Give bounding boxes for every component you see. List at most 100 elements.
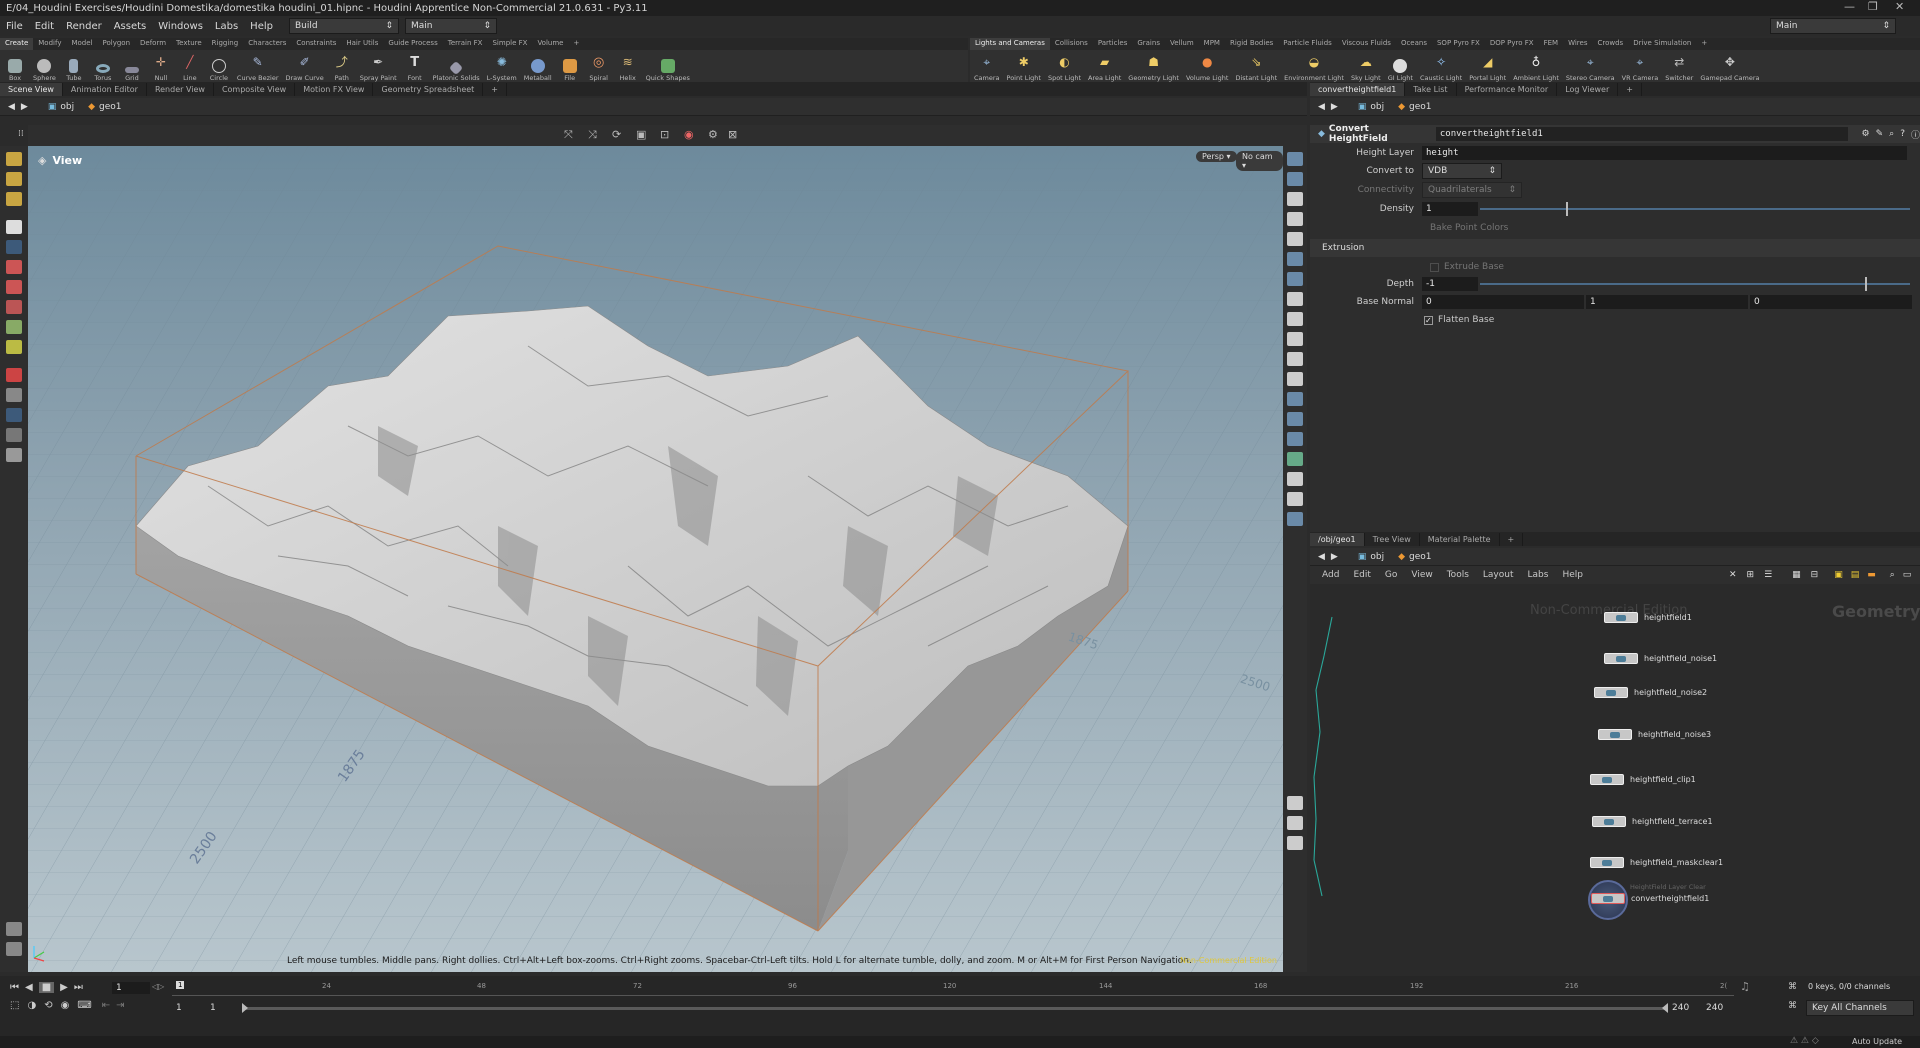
tool-ambient-light[interactable]: ♁ Ambient Light xyxy=(1513,56,1559,82)
tool-caustic-light[interactable]: ✧ Caustic Light xyxy=(1420,56,1462,82)
display-icon[interactable]: ⚙ xyxy=(708,128,718,141)
tool-point-light[interactable]: ✱ Point Light xyxy=(1007,56,1041,82)
snap-icon[interactable]: ⊡ xyxy=(660,128,669,141)
play-icon[interactable]: ▶ xyxy=(60,982,68,993)
tool-curve-bezier[interactable]: ✎ Curve Bezier xyxy=(237,56,279,82)
range-end-field[interactable]: 240 xyxy=(1672,1003,1689,1013)
tool-switcher[interactable]: ⇄ Switcher xyxy=(1665,56,1693,82)
tool-area-light[interactable]: ▰ Area Light xyxy=(1088,56,1121,82)
base-normal-x[interactable]: 0 xyxy=(1422,295,1584,309)
fps-icon[interactable]: ◉ xyxy=(61,1000,70,1011)
tool-spray-paint[interactable]: ✒ Spray Paint xyxy=(360,56,397,82)
visibility-icon[interactable] xyxy=(1287,452,1303,466)
point-icon[interactable] xyxy=(1287,312,1303,326)
tumble-icon[interactable]: ⤧ xyxy=(564,128,573,142)
node-convertheightfield1[interactable]: convertheightfield1 xyxy=(1591,893,1709,904)
desktop-select[interactable]: Build ⇕ xyxy=(288,18,399,34)
frame-ruler[interactable]: 1 24 48 72 96 120 144 168 192 216 2( xyxy=(172,980,1734,996)
grid-toggle-icon[interactable] xyxy=(1287,412,1303,426)
tool-vr-camera[interactable]: ⌖ VR Camera xyxy=(1622,56,1659,82)
range-end-icon[interactable]: ⇥ xyxy=(116,1000,124,1011)
shelf-tab[interactable]: Oceans xyxy=(1396,38,1432,50)
tool-file[interactable]: File xyxy=(559,59,581,82)
snapshot-icon[interactable] xyxy=(1287,492,1303,506)
range-handle-left[interactable] xyxy=(242,1003,248,1013)
info-icon[interactable] xyxy=(1287,796,1303,810)
end-frame-field[interactable]: 240 xyxy=(1706,1003,1723,1013)
fps-settings-icon[interactable]: ⌨ xyxy=(77,1000,91,1011)
camera-tool-icon[interactable] xyxy=(6,448,22,462)
tool-volume-light[interactable]: ● Volume Light xyxy=(1186,56,1228,82)
tab-performance-monitor[interactable]: Performance Monitor xyxy=(1457,83,1558,96)
shelf-tab[interactable]: Terrain FX xyxy=(443,38,488,50)
node-heightfield-noise3[interactable]: heightfield_noise3 xyxy=(1598,729,1711,740)
key-all-icon[interactable]: ⌘ xyxy=(1788,1001,1797,1011)
shelf-tab[interactable]: Characters xyxy=(243,38,291,50)
bbox-icon[interactable] xyxy=(1287,392,1303,406)
tool-stereo-camera[interactable]: ⌖ Stereo Camera xyxy=(1566,56,1615,82)
flatten-base-checkbox[interactable]: ✓ xyxy=(1424,315,1433,325)
add-tab-icon[interactable]: + xyxy=(1618,83,1642,96)
node-heightfield-terrace1[interactable]: heightfield_terrace1 xyxy=(1592,816,1713,827)
pan-icon[interactable]: ⤨ xyxy=(588,128,597,142)
search-icon[interactable]: ⌕ xyxy=(1889,129,1894,139)
tool-gamepad-camera[interactable]: ✥ Gamepad Camera xyxy=(1700,56,1759,82)
move-tool-icon[interactable] xyxy=(6,172,22,186)
desktop-right-select[interactable]: Main ⇕ xyxy=(1770,18,1896,34)
shelf-tab[interactable]: Lights and Cameras xyxy=(970,38,1050,50)
brush-icon[interactable]: ✎ xyxy=(1876,129,1884,139)
density-slider[interactable] xyxy=(1480,202,1910,216)
tool-tube[interactable]: Tube xyxy=(63,59,85,82)
path-node[interactable]: geo1 xyxy=(1409,102,1431,112)
depth-slider[interactable] xyxy=(1480,277,1910,291)
eye-icon[interactable] xyxy=(1287,836,1303,850)
normal-icon[interactable] xyxy=(1287,332,1303,346)
shelf-tab[interactable]: Vellum xyxy=(1165,38,1199,50)
add-tab-icon[interactable]: + xyxy=(1500,533,1524,546)
tool-circle[interactable]: Circle xyxy=(208,59,230,82)
menu-assets[interactable]: Assets xyxy=(108,21,153,32)
handle-icon[interactable] xyxy=(6,260,22,274)
tab-tree-view[interactable]: Tree View xyxy=(1365,533,1420,546)
shelf-tab[interactable]: Rigid Bodies xyxy=(1225,38,1278,50)
back-icon[interactable]: ◀ xyxy=(1318,102,1325,112)
wire-icon[interactable] xyxy=(1287,252,1303,266)
tool-icon[interactable] xyxy=(1287,472,1303,486)
brush-icon[interactable] xyxy=(6,320,22,334)
tab-material-palette[interactable]: Material Palette xyxy=(1420,533,1500,546)
select-tool-icon[interactable] xyxy=(6,152,22,166)
shelf-tab[interactable]: Particle Fluids xyxy=(1278,38,1337,50)
menu-render[interactable]: Render xyxy=(60,21,108,32)
path-root[interactable]: obj xyxy=(1370,552,1384,562)
pin-icon[interactable] xyxy=(1287,212,1303,226)
key-all-channels-button[interactable]: Key All Channels xyxy=(1806,1000,1914,1016)
light-icon[interactable] xyxy=(1287,232,1303,246)
number-icon[interactable] xyxy=(1287,352,1303,366)
path-node[interactable]: geo1 xyxy=(1409,552,1431,562)
maximize-icon[interactable]: ❐ xyxy=(1868,0,1878,13)
tab-log-viewer[interactable]: Log Viewer xyxy=(1557,83,1619,96)
shelf-tab[interactable]: Viscous Fluids xyxy=(1337,38,1396,50)
transform-icon[interactable] xyxy=(1287,292,1303,306)
menu-labs[interactable]: Labs xyxy=(209,21,244,32)
shelf-tab[interactable]: Volume xyxy=(532,38,568,50)
persp-menu[interactable]: Persp ▾ xyxy=(1196,151,1237,162)
tool-line[interactable]: ╱ Line xyxy=(179,56,201,82)
grid-dots-icon[interactable]: ⁞⁞ xyxy=(18,129,24,139)
tool-path[interactable]: ⤴ Path xyxy=(331,56,353,82)
bone-icon[interactable] xyxy=(1287,372,1303,386)
auto-update-button[interactable]: Auto Update xyxy=(1852,1037,1902,1046)
node-heightfield-maskclear1[interactable]: heightfield_maskclear1 xyxy=(1590,857,1723,868)
range-icon[interactable]: ⬚ xyxy=(10,1000,19,1011)
camera-settings-icon[interactable]: ⊠ xyxy=(728,128,737,141)
base-normal-y[interactable]: 1 xyxy=(1586,295,1748,309)
slider-handle[interactable] xyxy=(1865,277,1867,291)
help-icon[interactable]: ? xyxy=(1900,129,1905,139)
node-heightfield-noise1[interactable]: heightfield_noise1 xyxy=(1604,653,1717,664)
shelf-tab[interactable]: Create xyxy=(0,38,34,50)
menu-windows[interactable]: Windows xyxy=(152,21,209,32)
tool-distant-light[interactable]: ⇘ Distant Light xyxy=(1235,56,1277,82)
depth-field[interactable]: -1 xyxy=(1422,277,1478,291)
node-heightfield1[interactable]: heightfield1 xyxy=(1604,612,1692,623)
tool-metaball[interactable]: Metaball xyxy=(524,59,552,82)
